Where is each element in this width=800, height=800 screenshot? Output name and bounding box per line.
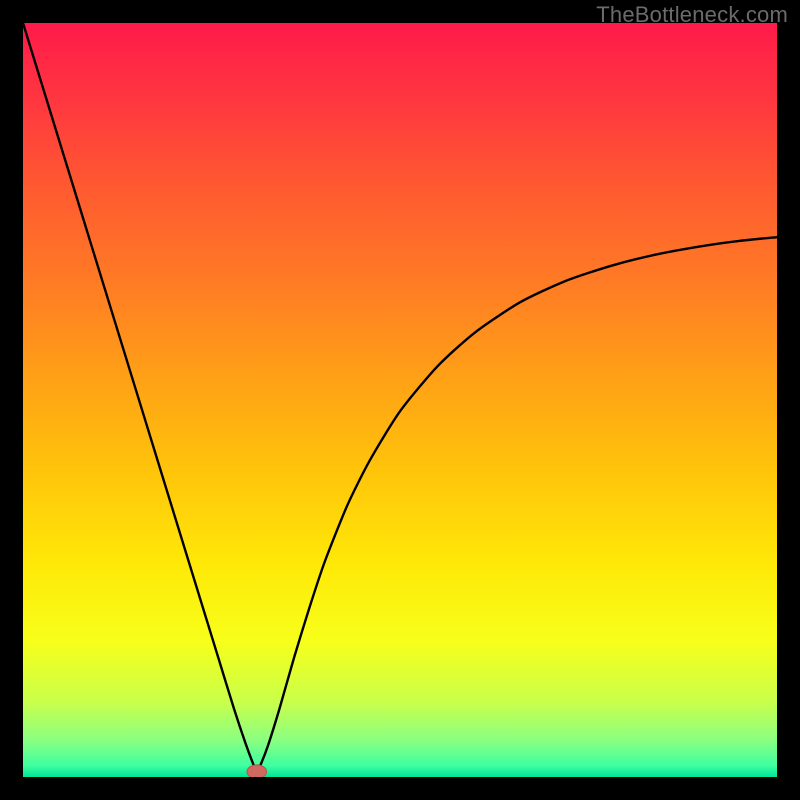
- gradient-background: [23, 23, 777, 777]
- chart-svg: [23, 23, 777, 777]
- optimum-marker: [247, 765, 267, 777]
- chart-container: TheBottleneck.com: [0, 0, 800, 800]
- plot-area: [23, 23, 777, 777]
- watermark-text: TheBottleneck.com: [596, 2, 788, 28]
